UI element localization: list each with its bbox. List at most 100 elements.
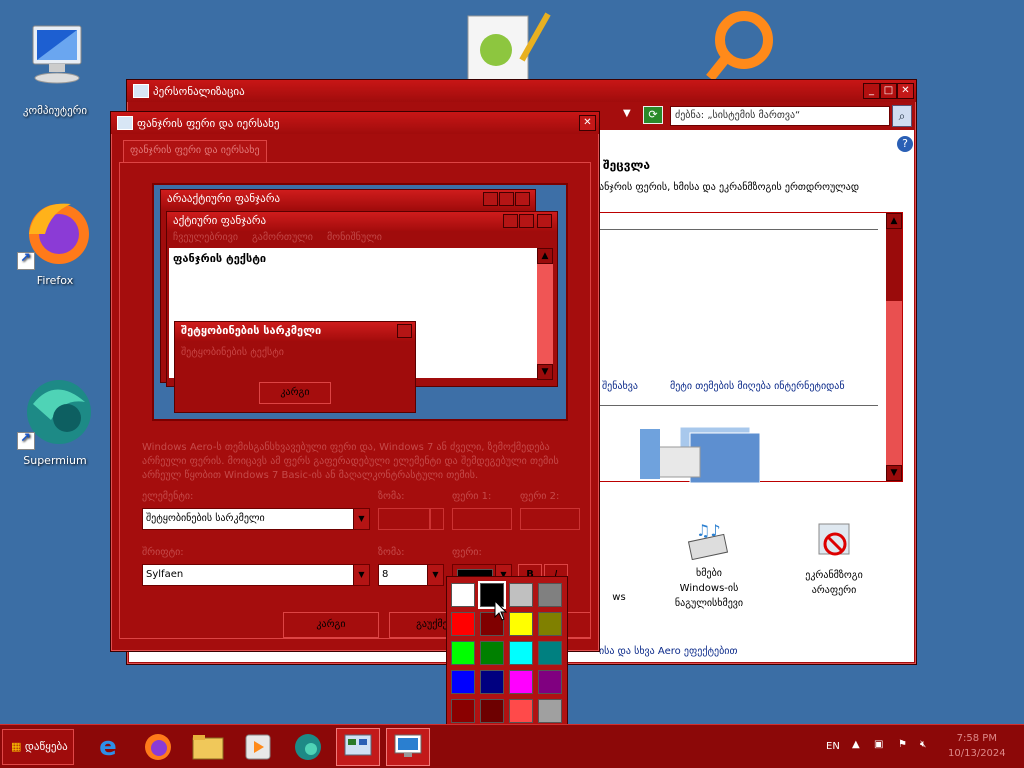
color-swatch[interactable] xyxy=(538,641,562,665)
font-size-value: 8 xyxy=(382,569,389,580)
color-swatch[interactable] xyxy=(480,670,504,694)
size-spinner xyxy=(430,508,444,530)
menu-selected: მონიშნული xyxy=(327,232,382,243)
preview-menubar: ჩვეულებრივი გამორთული მონიშნული xyxy=(167,231,557,247)
color-swatch[interactable] xyxy=(451,699,475,723)
dialog-body: ფანჯრის ფერი და იერსახე არააქტიური ფანჯა… xyxy=(115,134,595,647)
color-swatch[interactable] xyxy=(509,699,533,723)
dialog-close-button[interactable]: ✕ xyxy=(579,115,596,131)
color-palette-popup xyxy=(446,576,568,726)
dialog-titlebar[interactable]: ფანჯრის ფერი და იერსახე ✕ xyxy=(111,112,599,134)
scroll-thumb[interactable] xyxy=(886,229,902,301)
show-hidden-icons-button[interactable]: ▲ xyxy=(852,739,860,750)
volume-muted-icon[interactable]: 🔇︎ xyxy=(920,739,926,750)
magnifier-icon[interactable] xyxy=(700,10,780,82)
desktop-icon-supermium[interactable]: Supermium xyxy=(10,370,100,467)
control-panel-taskbar-icon[interactable] xyxy=(336,728,380,766)
color-swatch[interactable] xyxy=(509,583,533,607)
color-swatch[interactable] xyxy=(509,670,533,694)
color-swatch[interactable] xyxy=(538,699,562,723)
color-swatch[interactable] xyxy=(538,670,562,694)
color2-label: ფერი 2: xyxy=(520,491,560,502)
chevron-down-icon: ▼ xyxy=(353,565,369,585)
language-indicator[interactable]: EN xyxy=(826,741,840,752)
supermium-taskbar-icon[interactable] xyxy=(286,728,330,766)
ok-button[interactable]: კარგი xyxy=(283,612,379,638)
shortcut-arrow-icon xyxy=(17,431,35,450)
color1-label: ფერი 1: xyxy=(452,491,492,502)
mini-maximize-button xyxy=(499,192,514,206)
color-swatch[interactable] xyxy=(480,699,504,723)
shortcut-arrow-icon xyxy=(17,251,35,270)
history-dropdown-icon[interactable]: ▼ xyxy=(623,108,631,119)
save-theme-link[interactable]: შენახვა xyxy=(602,381,638,392)
mini-minimize-button xyxy=(503,214,518,228)
element-label: ელემენტი: xyxy=(142,491,194,502)
appearance-preview: არააქტიური ფანჯარა აქტიური ფანჯარა ჩვეულ… xyxy=(152,183,568,421)
window-title: პერსონალიზაცია xyxy=(153,84,245,98)
sounds-label: ხმები Windows-ის ნაგულისხმევი xyxy=(674,568,744,609)
font-size-select[interactable]: 8 ▼ xyxy=(378,564,444,586)
color-swatch[interactable] xyxy=(451,641,475,665)
help-icon[interactable]: ? xyxy=(897,136,913,152)
page-subtext: ანჯრის ფერის, ხმისა და ეკრანმზოგის ერთდრ… xyxy=(599,182,860,193)
font-color-label: ფერი: xyxy=(452,547,482,558)
personalization-taskbar-icon[interactable] xyxy=(386,728,430,766)
get-more-themes-link[interactable]: მეტი თემების მიღება ინტერნეტიდან xyxy=(670,381,845,392)
window-color-item[interactable]: ws xyxy=(599,592,639,603)
message-box-title: შეტყობინების სარკმელი xyxy=(181,324,322,337)
menu-disabled: გამორთული xyxy=(252,232,313,243)
screensaver-item[interactable]: ეკრანმზოგი არაფერი xyxy=(789,520,879,598)
description-text: Windows Aero-ს თემისგანსხვავებული ფერი დ… xyxy=(142,442,559,481)
firefox-icon xyxy=(15,190,95,270)
clock-date: 10/13/2024 xyxy=(948,748,1006,759)
theme-list: ▲ ▼ შენახვა მეტი თემების მიღება ინტერნეტ… xyxy=(599,212,903,484)
active-window-title: აქტიური ფანჯარა xyxy=(173,214,267,227)
color-swatch[interactable] xyxy=(509,641,533,665)
personalization-titlebar[interactable]: პერსონალიზაცია _ □ ✕ xyxy=(127,80,916,102)
screensaver-label: ეკრანმზოგი არაფერი xyxy=(805,570,863,596)
theme-thumbnail[interactable] xyxy=(640,421,761,484)
font-select[interactable]: Sylfaen ▼ xyxy=(142,564,370,586)
minimize-button[interactable]: _ xyxy=(863,83,880,99)
tab-window-color[interactable]: ფანჯრის ფერი და იერსახე xyxy=(123,140,267,162)
sounds-item[interactable]: ♫♪ ხმები Windows-ის ნაგულისხმევი xyxy=(659,520,759,611)
maximize-button[interactable]: □ xyxy=(880,83,897,99)
sounds-icon: ♫♪ xyxy=(686,520,732,561)
element-select[interactable]: შეტყობინების სარკმელი ▼ xyxy=(142,508,370,530)
message-box-preview: შეტყობინების სარკმელი შეტყობინების ტექსტ… xyxy=(174,321,416,413)
action-center-flag-icon[interactable]: ⚑ xyxy=(898,739,907,750)
color-swatch[interactable] xyxy=(451,583,475,607)
scroll-up-arrow[interactable]: ▲ xyxy=(886,213,902,229)
desktop-icon-computer[interactable]: კომპიუტერი xyxy=(10,20,100,117)
scroll-down-arrow[interactable]: ▼ xyxy=(886,465,902,481)
desktop-icon-label: Supermium xyxy=(23,454,87,467)
mini-minimize-button xyxy=(483,192,498,206)
refresh-button[interactable]: ⟳ xyxy=(643,106,663,124)
window-color-dialog: ფანჯრის ფერი და იერსახე ✕ ფანჯრის ფერი დ… xyxy=(110,111,600,652)
search-button[interactable]: ⌕ xyxy=(892,105,912,127)
chevron-down-icon: ▼ xyxy=(427,565,443,585)
start-button[interactable]: ▦ დაწყება xyxy=(2,729,74,765)
color-swatch[interactable] xyxy=(480,641,504,665)
network-icon[interactable]: ▣ xyxy=(874,739,883,750)
color-swatch[interactable] xyxy=(509,612,533,636)
font-label: შრიფტი: xyxy=(142,547,184,558)
color-swatch[interactable] xyxy=(538,583,562,607)
internet-explorer-taskbar-icon[interactable]: e xyxy=(86,728,130,766)
notepad-plus-icon[interactable] xyxy=(462,10,552,81)
color-swatch[interactable] xyxy=(538,612,562,636)
color-swatch[interactable] xyxy=(451,612,475,636)
preview-scroll-down: ▼ xyxy=(537,364,553,380)
window-color-label: ws xyxy=(612,592,626,603)
clock[interactable]: 7:58 PM 10/13/2024 xyxy=(948,731,1006,761)
file-explorer-taskbar-icon[interactable] xyxy=(186,728,230,766)
theme-list-scrollbar[interactable]: ▲ ▼ xyxy=(886,213,902,481)
windows-logo-icon: ▦ xyxy=(11,740,22,753)
search-input[interactable]: ძებნა: „სისტემის მართვა“ xyxy=(670,106,890,126)
desktop-icon-firefox[interactable]: Firefox xyxy=(10,190,100,287)
close-button[interactable]: ✕ xyxy=(897,83,914,99)
color-swatch[interactable] xyxy=(451,670,475,694)
media-player-taskbar-icon[interactable] xyxy=(236,728,280,766)
firefox-taskbar-icon[interactable] xyxy=(136,728,180,766)
